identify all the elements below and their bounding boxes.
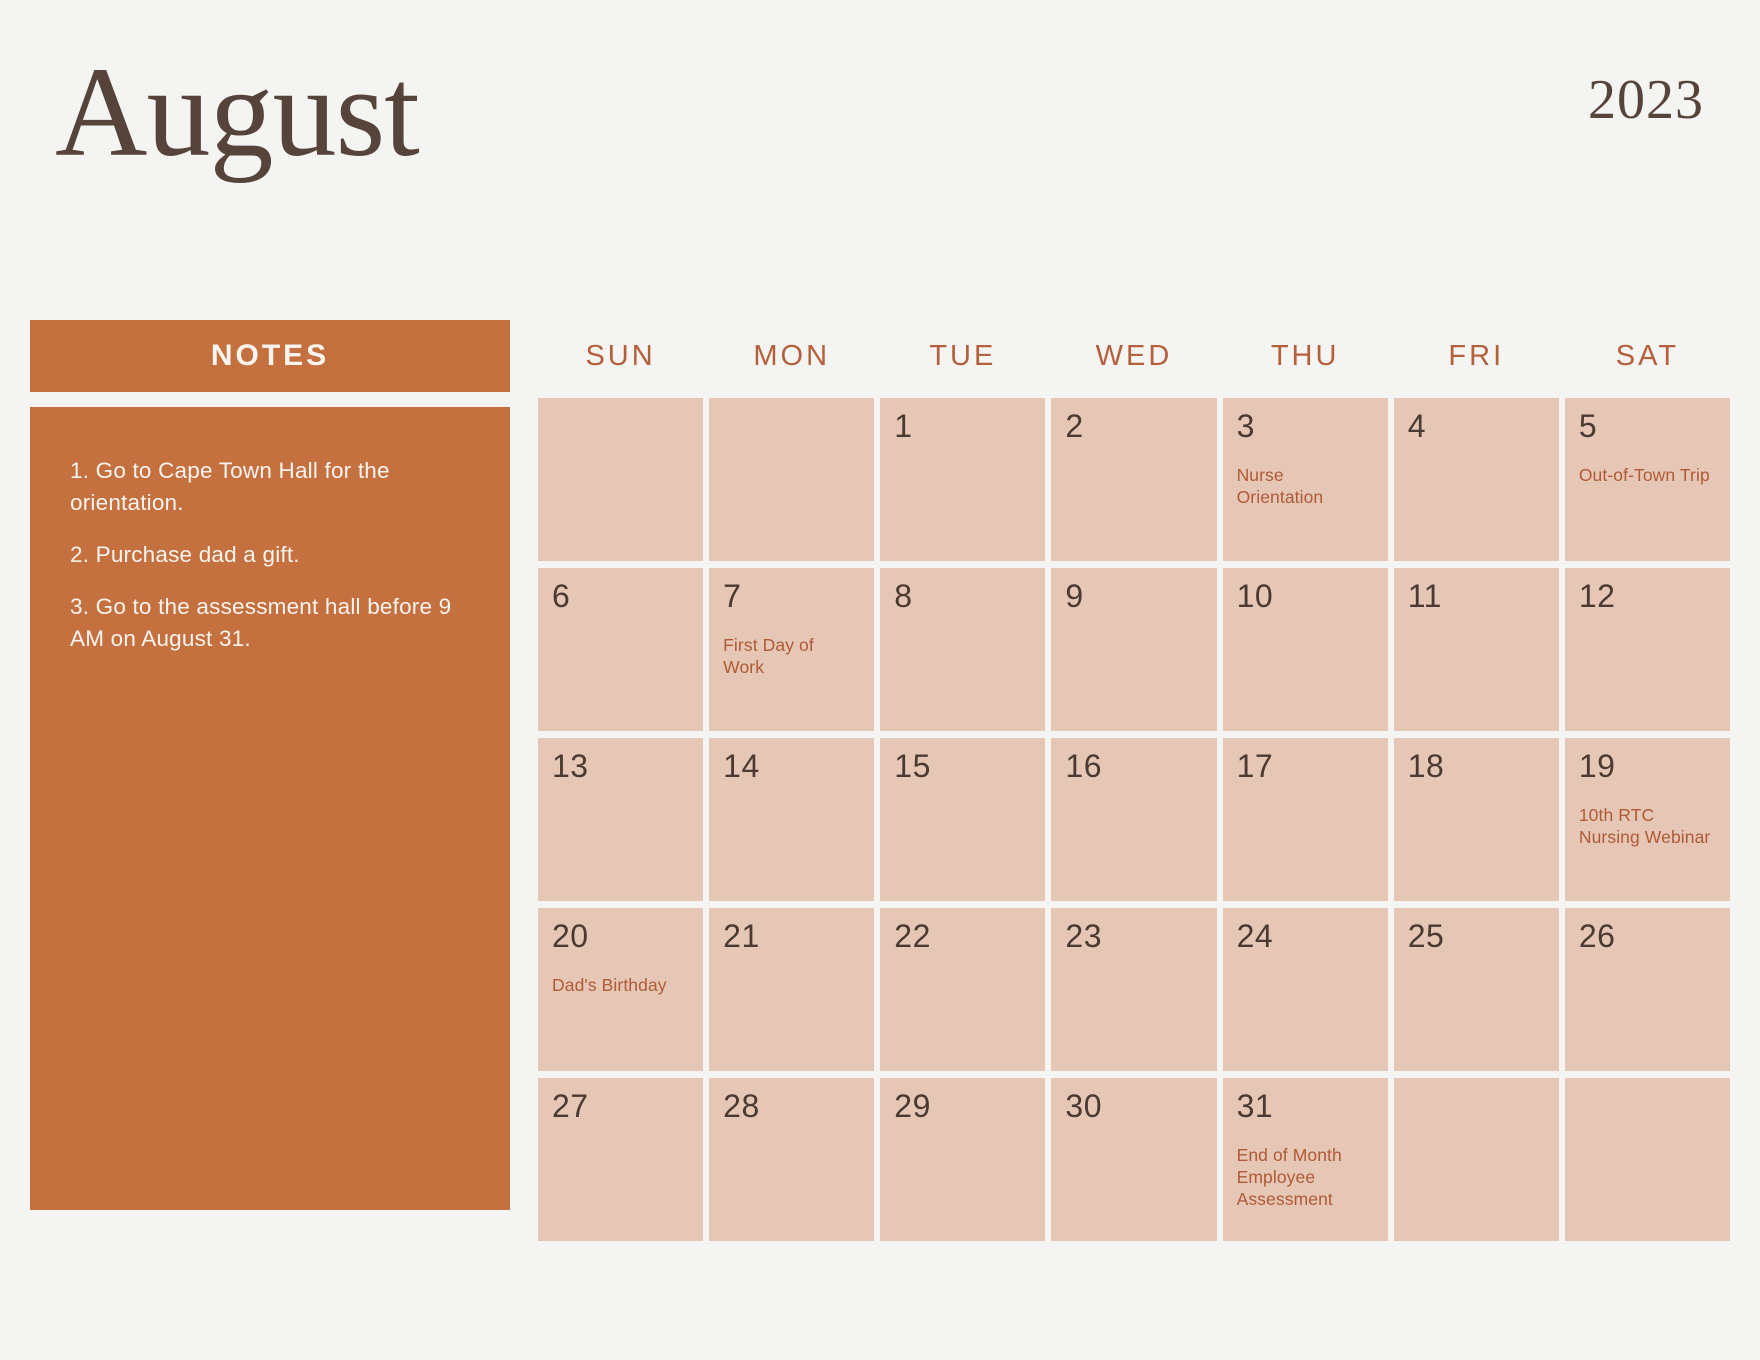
day-cell-empty[interactable] — [1564, 1078, 1730, 1241]
day-event[interactable]: 10th RTC Nursing Webinar — [1579, 804, 1711, 848]
day-number: 31 — [1236, 1088, 1274, 1124]
day-number: 1 — [894, 408, 913, 444]
day-number: 9 — [1065, 578, 1084, 614]
day-number: 18 — [1407, 748, 1445, 784]
day-number: 11 — [1407, 578, 1442, 614]
day-cell-8[interactable]: 8 — [880, 568, 1046, 731]
notes-header-label: NOTES — [210, 339, 330, 372]
day-cell-19[interactable]: 19 10th RTC Nursing Webinar — [1564, 738, 1730, 901]
day-cell-6[interactable]: 6 — [538, 568, 704, 731]
calendar-grid-container: SUN MON TUE WED THU FRI SAT 1 2 3 Nurse Orientati… — [538, 320, 1730, 1241]
day-number: 15 — [894, 748, 931, 784]
day-number: 22 — [894, 918, 931, 954]
calendar-page: August 2023 NOTES 1. Go to Cape Town Hal… — [0, 0, 1760, 1360]
day-cell-17[interactable]: 17 — [1222, 738, 1388, 901]
day-cell-10[interactable]: 10 — [1222, 568, 1388, 731]
day-cell-14[interactable]: 14 — [709, 738, 875, 901]
day-event[interactable]: Out-of-Town Trip — [1579, 464, 1711, 486]
day-number: 13 — [552, 748, 589, 784]
day-number: 28 — [723, 1088, 760, 1124]
note-item: 2. Purchase dad a gift. — [70, 541, 300, 567]
day-cell-11[interactable]: 11 — [1393, 568, 1559, 731]
note-item: 1. Go to Cape Town Hall for the orientat… — [70, 458, 390, 515]
page-title: August — [55, 41, 420, 183]
day-number: 6 — [552, 578, 571, 614]
day-cell-9[interactable]: 9 — [1051, 568, 1217, 731]
weekday-header-fri: FRI — [1448, 339, 1505, 372]
day-cell-2[interactable]: 2 — [1051, 398, 1217, 561]
day-number: 19 — [1578, 748, 1616, 784]
day-cell-20[interactable]: 20 Dad's Birthday — [538, 908, 704, 1071]
day-cell-23[interactable]: 23 — [1051, 908, 1217, 1071]
notes-body: 1. Go to Cape Town Hall for the orientat… — [30, 407, 510, 1210]
day-number: 10 — [1236, 578, 1274, 614]
day-number: 2 — [1065, 408, 1084, 444]
day-cell-7[interactable]: 7 First Day of Work — [709, 568, 875, 731]
day-number: 30 — [1065, 1088, 1103, 1124]
year-label: 2023 — [1588, 69, 1704, 131]
notes-header: NOTES — [30, 320, 510, 392]
day-number: 21 — [723, 918, 760, 954]
day-number: 8 — [894, 578, 913, 614]
day-cell-12[interactable]: 12 — [1564, 568, 1730, 731]
day-cell-29[interactable]: 29 — [880, 1078, 1046, 1241]
day-cell-16[interactable]: 16 — [1051, 738, 1217, 901]
day-number: 27 — [552, 1088, 589, 1124]
page-header: August 2023 — [0, 0, 1760, 300]
day-number: 5 — [1578, 408, 1598, 444]
day-number: 17 — [1236, 748, 1274, 784]
notes-panel: NOTES 1. Go to Cape Town Hall for the or… — [30, 320, 510, 1210]
day-cell-22[interactable]: 22 — [880, 908, 1046, 1071]
day-cell-4[interactable]: 4 — [1393, 398, 1559, 561]
day-event[interactable]: End of Month Employee Assessment — [1237, 1144, 1369, 1210]
day-number: 26 — [1578, 918, 1616, 954]
day-cell-25[interactable]: 25 — [1393, 908, 1559, 1071]
calendar-day-grid: 1 2 3 Nurse Orientation 4 5 Out-of-Town Trip 6 7… — [538, 398, 1730, 1241]
weekday-header-wed: WED — [1095, 339, 1173, 372]
day-cell-empty[interactable] — [709, 398, 875, 561]
day-cell-1[interactable]: 1 — [880, 398, 1046, 561]
day-number: 20 — [552, 918, 589, 954]
weekday-header-thu: THU — [1270, 339, 1340, 372]
day-cell-28[interactable]: 28 — [709, 1078, 875, 1241]
day-number: 23 — [1065, 918, 1103, 954]
day-event[interactable]: Nurse Orientation — [1237, 464, 1369, 508]
day-number: 14 — [723, 748, 760, 784]
day-cell-empty[interactable] — [538, 398, 704, 561]
weekday-header-row: SUN MON TUE WED THU FRI SAT — [538, 320, 1730, 392]
note-item: 3. Go to the assessment hall before 9 AM… — [70, 593, 452, 651]
day-cell-13[interactable]: 13 — [538, 738, 704, 901]
day-cell-18[interactable]: 18 — [1393, 738, 1559, 901]
day-cell-24[interactable]: 24 — [1222, 908, 1388, 1071]
day-cell-26[interactable]: 26 — [1564, 908, 1730, 1071]
day-cell-3[interactable]: 3 Nurse Orientation — [1222, 398, 1388, 561]
day-cell-15[interactable]: 15 — [880, 738, 1046, 901]
day-cell-30[interactable]: 30 — [1051, 1078, 1217, 1241]
day-number: 16 — [1065, 748, 1103, 784]
weekday-header-tue: TUE — [929, 339, 997, 372]
day-cell-31[interactable]: 31 End of Month Employee Assessment — [1222, 1078, 1388, 1241]
day-number: 7 — [723, 578, 742, 614]
day-cell-5[interactable]: 5 Out-of-Town Trip — [1564, 398, 1730, 561]
day-event[interactable]: First Day of Work — [723, 634, 855, 678]
day-number: 29 — [894, 1088, 931, 1124]
day-cell-21[interactable]: 21 — [709, 908, 875, 1071]
day-number: 12 — [1578, 578, 1616, 614]
weekday-header-sat: SAT — [1615, 339, 1680, 372]
day-number: 25 — [1407, 918, 1445, 954]
day-number: 4 — [1407, 408, 1426, 444]
weekday-header-sun: SUN — [585, 339, 656, 372]
weekday-header-mon: MON — [753, 339, 831, 372]
day-number: 24 — [1236, 918, 1274, 954]
day-event[interactable]: Dad's Birthday — [552, 974, 684, 996]
day-cell-empty[interactable] — [1393, 1078, 1559, 1241]
day-number: 3 — [1236, 408, 1255, 444]
day-cell-27[interactable]: 27 — [538, 1078, 704, 1241]
